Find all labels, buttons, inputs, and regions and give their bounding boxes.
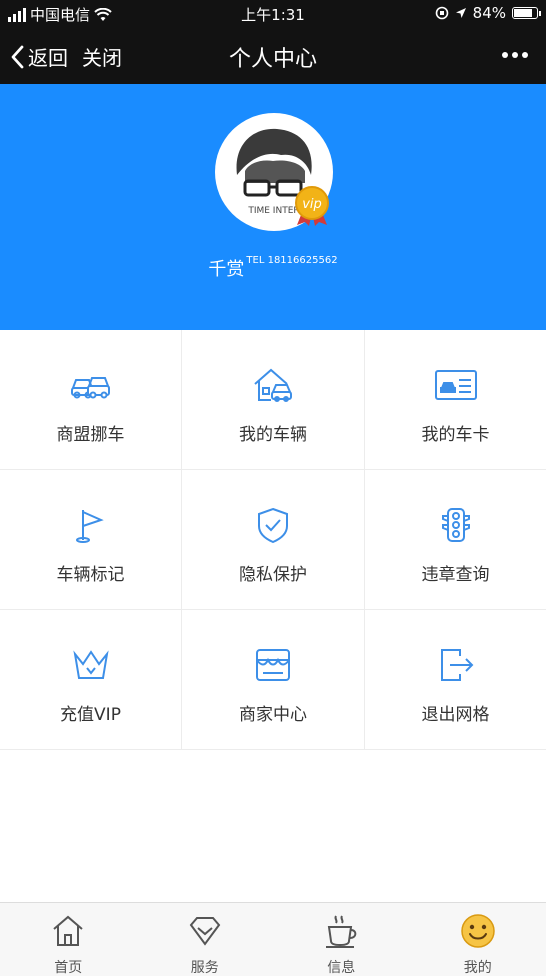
menu-item-merchant-center[interactable]: 商家中心 (182, 610, 365, 750)
menu-label: 充值VIP (0, 700, 181, 725)
tab-mine[interactable]: 我的 (410, 903, 546, 976)
tab-bar: 首页 服务 信息 我的 (0, 902, 546, 976)
menu-item-recharge-vip[interactable]: 充值VIP (0, 610, 182, 750)
tab-label: 服务 (137, 957, 274, 977)
cars-icon (69, 366, 113, 404)
traffic-light-icon (434, 506, 478, 544)
menu-label: 退出网格 (365, 700, 546, 725)
menu-item-my-car-card[interactable]: 我的车卡 (365, 330, 546, 470)
battery-percent: 84% (473, 4, 506, 22)
more-button[interactable] (500, 40, 530, 77)
flag-icon (69, 506, 113, 544)
menu-item-merchant-move-car[interactable]: 商盟挪车 (0, 330, 182, 470)
house-car-icon (251, 366, 295, 404)
smiley-icon (460, 913, 496, 949)
vip-badge-icon: vip (291, 185, 333, 227)
vip-badge-text: vip (302, 197, 322, 212)
diamond-icon (187, 913, 223, 949)
home-icon (50, 913, 86, 949)
tab-label: 首页 (0, 957, 137, 977)
shield-check-icon (251, 506, 295, 544)
menu-label: 我的车辆 (182, 420, 364, 445)
nav-bar: 返回 关闭 个人中心 (0, 28, 546, 84)
status-bar: 中国电信 上午1:31 84% (0, 0, 546, 28)
menu-label: 车辆标记 (0, 560, 181, 585)
menu-grid: 商盟挪车 我的车辆 我的车卡 车辆标记 隐私保护 (0, 330, 546, 750)
menu-label: 我的车卡 (365, 420, 546, 445)
battery-icon (512, 7, 538, 19)
menu-item-my-vehicles[interactable]: 我的车辆 (182, 330, 365, 470)
rotation-lock-icon (435, 6, 449, 20)
tab-messages[interactable]: 信息 (273, 903, 410, 976)
user-name: 千赏 (208, 259, 244, 280)
tab-service[interactable]: 服务 (137, 903, 274, 976)
tab-label: 信息 (273, 957, 410, 977)
menu-item-vehicle-mark[interactable]: 车辆标记 (0, 470, 182, 610)
menu-label: 隐私保护 (182, 560, 364, 585)
coffee-icon (323, 913, 359, 949)
menu-item-exit-grid[interactable]: 退出网格 (365, 610, 546, 750)
page-title: 个人中心 (0, 41, 546, 73)
user-tel: TEL 18116625562 (246, 255, 337, 266)
crown-icon (69, 646, 113, 684)
location-icon (455, 7, 467, 19)
tab-label: 我的 (410, 957, 546, 977)
more-icon (500, 40, 530, 70)
profile-header: TIME INTER vip 千赏TEL 18116625562 (0, 84, 546, 330)
user-info: 千赏TEL 18116625562 (0, 255, 546, 281)
store-icon (251, 646, 295, 684)
menu-label: 商盟挪车 (0, 420, 181, 445)
menu-item-violation-query[interactable]: 违章查询 (365, 470, 546, 610)
car-card-icon (434, 366, 478, 404)
menu-item-privacy[interactable]: 隐私保护 (182, 470, 365, 610)
logout-icon (434, 646, 478, 684)
menu-label: 违章查询 (365, 560, 546, 585)
menu-label: 商家中心 (182, 700, 364, 725)
tab-home[interactable]: 首页 (0, 903, 137, 976)
